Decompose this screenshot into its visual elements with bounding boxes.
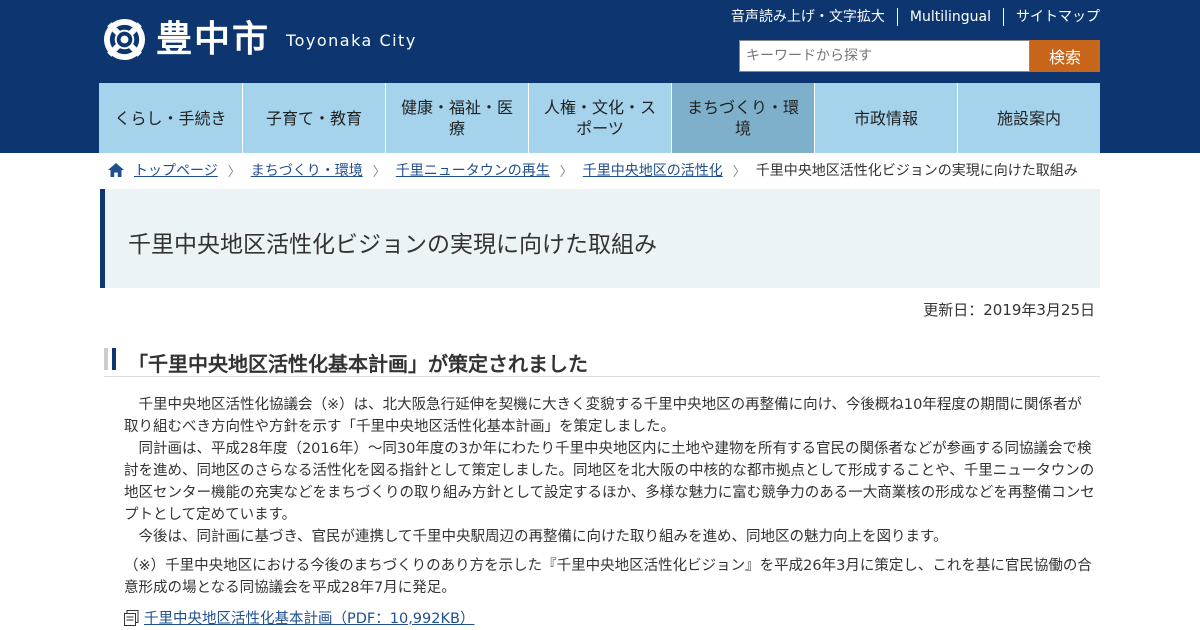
chevron-right-icon: 〉 — [227, 164, 241, 180]
page-title-box: 千里中央地区活性化ビジョンの実現に向けた取組み — [100, 189, 1100, 288]
body-paragraphs: 千里中央地区活性化協議会（※）は、北大阪急行延伸を契機に大きく変貌する千里中央地… — [124, 394, 1096, 548]
search-button[interactable]: 検索 — [1030, 40, 1100, 72]
update-date: 更新日：2019年3月25日 — [923, 301, 1095, 319]
section-heading-text: 「千里中央地区活性化基本計画」が策定されました — [128, 352, 588, 376]
note-paragraph: （※）千里中央地区における今後のまちづくりのあり方を示した『千里中央地区活性化ビ… — [124, 558, 1092, 596]
logo-text-en: Toyonaka City — [286, 31, 417, 50]
paragraph-3: 今後は、同計画に基づき、官民が連携して千里中央駅周辺の再整備に向けた取り組みを進… — [138, 529, 948, 545]
paragraph-1: 千里中央地区活性化協議会（※）は、北大阪急行延伸を契機に大きく変貌する千里中央地… — [124, 397, 1082, 435]
home-icon — [108, 163, 124, 177]
logo-text-jp: 豊中市 — [156, 19, 271, 60]
pdf-link-text[interactable]: 千里中央地区活性化基本計画（PDF：10,992KB） — [144, 607, 474, 628]
nav-item-town-planning[interactable]: まちづくり・環境 — [671, 83, 814, 153]
chevron-right-icon: 〉 — [732, 164, 746, 180]
nav-item-childcare[interactable]: 子育て・教育 — [242, 83, 385, 153]
toyonaka-logo-icon — [103, 18, 146, 61]
util-link-multilingual[interactable]: Multilingual — [896, 8, 1003, 26]
breadcrumb-link-town-planning[interactable]: まちづくり・環境 — [251, 160, 363, 180]
utility-links: 音声読み上げ・文字拡大 Multilingual サイトマップ — [719, 8, 1100, 26]
breadcrumb-current: 千里中央地区活性化ビジョンの実現に向けた取組み — [755, 163, 1078, 179]
nav-item-facilities[interactable]: 施設案内 — [957, 83, 1100, 153]
breadcrumb-link-newtown[interactable]: 千里ニュータウンの再生 — [396, 160, 550, 180]
site-logo[interactable]: 豊中市 Toyonaka City — [103, 17, 417, 62]
chevron-right-icon: 〉 — [559, 164, 573, 180]
search-input[interactable] — [739, 40, 1030, 72]
nav-item-culture[interactable]: 人権・文化・スポーツ — [528, 83, 671, 153]
paragraph-2: 同計画は、平成28年度（2016年）～同30年度の3か年にわたり千里中央地区内に… — [124, 441, 1095, 523]
pdf-icon — [124, 609, 139, 626]
pdf-download-link[interactable]: 千里中央地区活性化基本計画（PDF：10,992KB） — [124, 607, 474, 628]
breadcrumb: トップページ 〉 まちづくり・環境 〉 千里ニュータウンの再生 〉 千里中央地区… — [108, 160, 1078, 180]
breadcrumb-link-senri-chuo[interactable]: 千里中央地区の活性化 — [583, 160, 723, 180]
util-link-speech[interactable]: 音声読み上げ・文字拡大 — [719, 8, 897, 26]
heading-bar-decoration — [104, 348, 108, 370]
util-link-sitemap[interactable]: サイトマップ — [1003, 8, 1100, 26]
nav-item-living[interactable]: くらし・手続き — [99, 83, 242, 153]
breadcrumb-link-top[interactable]: トップページ — [134, 160, 218, 180]
global-nav: くらし・手続き 子育て・教育 健康・福祉・医療 人権・文化・スポーツ まちづくり… — [99, 83, 1101, 153]
section-heading: 「千里中央地区活性化基本計画」が策定されました — [104, 346, 1100, 377]
nav-item-health[interactable]: 健康・福祉・医療 — [385, 83, 528, 153]
chevron-right-icon: 〉 — [372, 164, 386, 180]
nav-item-city-info[interactable]: 市政情報 — [814, 83, 957, 153]
site-header: 豊中市 Toyonaka City 音声読み上げ・文字拡大 Multilingu… — [0, 0, 1200, 82]
page-title: 千里中央地区活性化ビジョンの実現に向けた取組み — [128, 232, 657, 258]
heading-bar-accent — [112, 348, 116, 370]
